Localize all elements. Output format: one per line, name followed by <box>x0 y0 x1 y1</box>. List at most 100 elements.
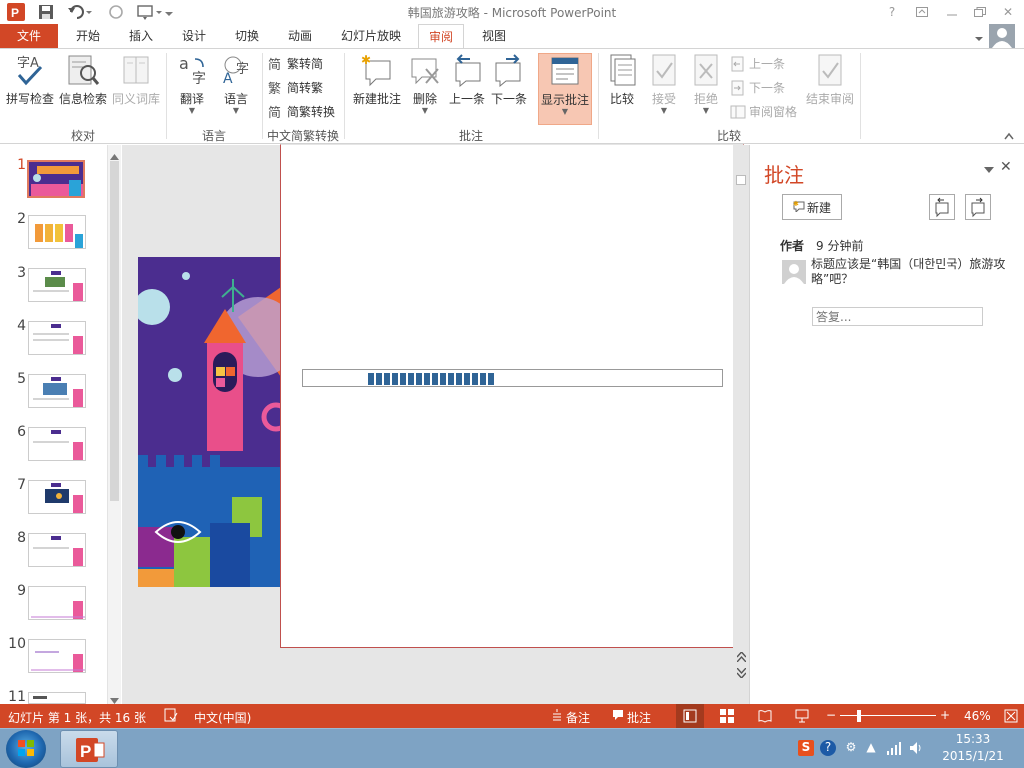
slide-counter[interactable]: 幻灯片 第 1 张，共 16 张 <box>8 709 146 726</box>
comments-icon[interactable] <box>612 709 624 724</box>
ime-icon[interactable]: S <box>798 740 814 756</box>
tab-design[interactable]: 设计 <box>172 24 216 48</box>
editor-scrollbar[interactable] <box>733 145 749 704</box>
slide-thumbnail-5[interactable] <box>28 374 86 408</box>
previous-change-button[interactable]: 上一条 <box>730 55 785 72</box>
slide-thumbnail-11[interactable] <box>28 692 86 704</box>
show-comments-button[interactable]: 显示批注 ▼ <box>538 53 592 125</box>
reject-button[interactable]: 拒绝 ▼ <box>688 53 724 115</box>
scrollbar-thumb[interactable] <box>110 161 119 501</box>
end-review-button[interactable]: 结束审阅 <box>802 53 858 107</box>
delete-comment-button[interactable]: 删除 ▼ <box>406 53 444 115</box>
previous-comment-icon <box>450 53 484 88</box>
zoom-slider[interactable] <box>840 715 936 716</box>
slide-thumbnail-1[interactable] <box>27 160 85 198</box>
start-button[interactable] <box>6 730 46 768</box>
system-clock[interactable]: 15:33 2015/1/21 <box>928 731 1018 765</box>
slide-thumbnail-9[interactable] <box>28 586 86 620</box>
ime-options-icon[interactable]: ⚙ <box>843 740 859 756</box>
research-button[interactable]: 信息检索 <box>58 53 108 107</box>
tab-transitions[interactable]: 切换 <box>225 24 269 48</box>
restore-icon[interactable] <box>966 2 994 22</box>
next-comment-pane-button[interactable] <box>965 194 991 220</box>
close-pane-icon[interactable]: ✕ <box>1000 159 1012 175</box>
zoom-slider-thumb[interactable] <box>857 710 861 722</box>
ribbon-display-options-icon[interactable] <box>908 2 936 22</box>
minimize-icon[interactable] <box>938 2 966 22</box>
next-comment-button[interactable]: 下一条 <box>488 53 530 107</box>
language-status[interactable]: 中文(中国) <box>194 709 251 726</box>
language-button[interactable]: A字 语言 ▼ <box>216 53 256 115</box>
slide-sorter-icon[interactable] <box>720 709 734 726</box>
spelling-button[interactable]: 字A 拼写检查 <box>4 53 56 107</box>
new-comment-icon: ✱ <box>360 53 394 87</box>
reviewing-pane-button[interactable]: 审阅窗格 <box>730 103 797 120</box>
zoom-level[interactable]: 46% <box>964 709 991 723</box>
next-slide-icon[interactable] <box>736 667 747 681</box>
slide-thumbnail-10[interactable] <box>28 639 86 673</box>
chevron-down-icon[interactable] <box>974 32 984 46</box>
ribbon: 字A 拼写检查 信息检索 同义词库 校对 a字 翻译 ▼ A 字 语言 ▼ 语言… <box>0 48 1024 144</box>
help-icon[interactable]: ? <box>878 2 906 22</box>
compare-button[interactable]: 比较 <box>604 53 640 107</box>
tab-file[interactable]: 文件 <box>0 24 58 48</box>
tab-insert[interactable]: 插入 <box>119 24 163 48</box>
close-window-icon[interactable]: ✕ <box>994 2 1022 22</box>
next-change-button[interactable]: 下一条 <box>730 79 785 96</box>
previous-change-icon <box>730 56 746 72</box>
previous-comment-button[interactable]: 上一条 <box>446 53 488 107</box>
reading-view-icon[interactable] <box>758 709 772 726</box>
help-tray-icon[interactable]: ? <box>820 740 836 756</box>
tab-home[interactable]: 开始 <box>66 24 110 48</box>
compare-icon <box>605 53 639 87</box>
comment-text[interactable]: 标题应该是“韩国（대한민국）旅游攻略”吧？ <box>811 257 1011 287</box>
notes-icon[interactable] <box>550 708 564 725</box>
clock-time: 15:33 <box>955 732 991 746</box>
volume-icon[interactable] <box>908 740 924 756</box>
notes-button[interactable]: 备注 <box>566 709 590 726</box>
zoom-in-button[interactable]: + <box>940 708 950 722</box>
previous-slide-icon[interactable] <box>736 650 747 665</box>
pane-options-icon[interactable] <box>984 163 994 177</box>
progress-dialog <box>280 144 744 648</box>
normal-view-button[interactable] <box>676 704 704 728</box>
avatar[interactable] <box>989 24 1015 48</box>
show-comments-icon <box>548 54 582 88</box>
reply-input[interactable] <box>812 307 983 326</box>
slideshow-icon[interactable] <box>795 709 809 726</box>
svg-text:A: A <box>223 71 233 87</box>
slide-thumbnail-2[interactable] <box>28 215 86 249</box>
slide-thumbnail-4[interactable] <box>28 321 86 355</box>
slide-canvas[interactable] <box>138 257 281 587</box>
slide-thumbnail-7[interactable] <box>28 480 86 514</box>
traditional-to-simplified-button[interactable]: 简 繁转简 <box>268 55 323 73</box>
previous-comment-pane-button[interactable] <box>929 194 955 220</box>
tab-animations[interactable]: 动画 <box>278 24 322 48</box>
show-hidden-icons-icon[interactable]: ▲ <box>863 740 879 756</box>
thesaurus-button[interactable]: 同义词库 <box>110 53 162 107</box>
tab-view[interactable]: 视图 <box>472 24 516 48</box>
thumbnail-scrollbar[interactable] <box>107 145 121 704</box>
slide-thumbnail-8[interactable] <box>28 533 86 567</box>
zoom-out-button[interactable]: − <box>826 708 836 722</box>
tab-slideshow[interactable]: 幻灯片放映 <box>334 24 408 48</box>
network-icon[interactable] <box>886 740 902 756</box>
fit-slide-icon[interactable] <box>1004 709 1018 726</box>
translate-button[interactable]: a字 翻译 ▼ <box>172 53 212 115</box>
scrollbar-thumb[interactable] <box>736 175 746 185</box>
new-comment-pane-button[interactable]: ✱ 新建 <box>782 194 842 220</box>
tab-review[interactable]: 审阅 <box>418 24 464 49</box>
accept-button[interactable]: 接受 ▼ <box>646 53 682 115</box>
spelling-status-icon[interactable] <box>164 708 178 725</box>
translate-icon: a字 <box>175 53 209 87</box>
windows-taskbar: P S ? ⚙ ▲ 15:33 2015/1/21 <box>0 728 1024 768</box>
new-comment-button[interactable]: ✱ 新建批注 <box>350 53 404 107</box>
comments-button[interactable]: 批注 <box>627 709 651 726</box>
collapse-ribbon-icon[interactable] <box>1004 129 1014 143</box>
slide-thumbnail-6[interactable] <box>28 427 86 461</box>
simplified-to-traditional-button[interactable]: 繁 简转繁 <box>268 79 323 97</box>
taskbar-powerpoint-button[interactable]: P <box>60 730 118 768</box>
slide-thumbnail-3[interactable] <box>28 268 86 302</box>
chinese-conversion-button[interactable]: 简 简繁转换 <box>268 103 335 121</box>
group-label-comments: 批注 <box>458 129 483 143</box>
